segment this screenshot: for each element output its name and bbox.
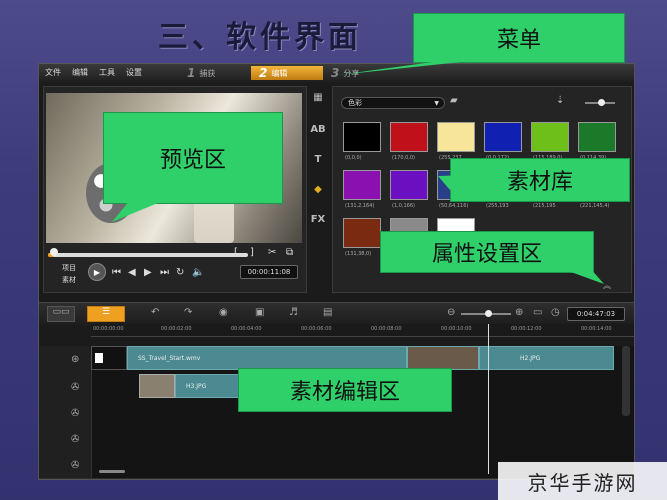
callout-pointer-preview bbox=[112, 200, 165, 222]
callout-pointer-menu bbox=[338, 61, 470, 75]
callout-pointer-properties bbox=[560, 268, 604, 284]
watermark: 京华手游网 bbox=[498, 462, 667, 500]
callout-pointers bbox=[112, 61, 604, 284]
callout-pointer-library bbox=[438, 175, 470, 190]
